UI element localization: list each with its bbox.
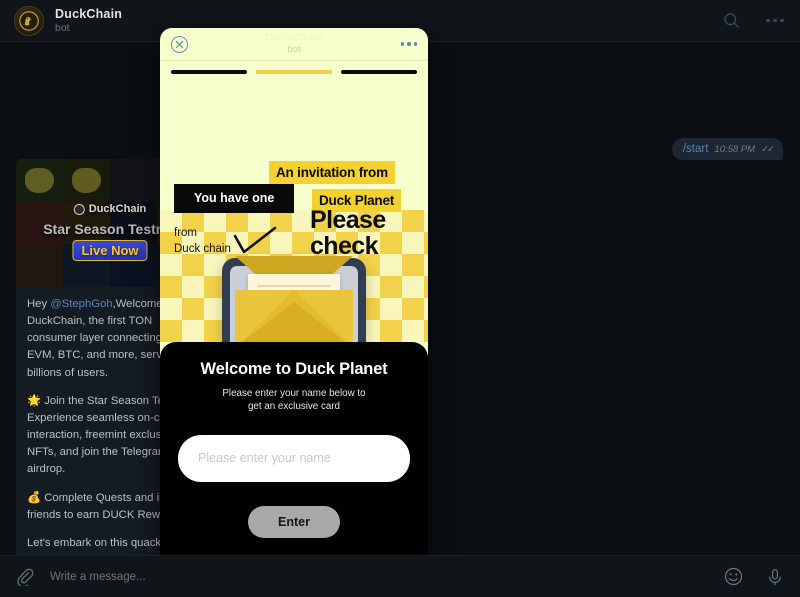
sheet-subtitle: Please enter your name below to get an e… (178, 387, 410, 414)
poster: An invitation from Duck Planet You have … (160, 80, 428, 342)
read-receipt-icon: ✓✓ (761, 144, 775, 155)
from-label-line1: from (174, 227, 197, 239)
message-text: /start (682, 143, 709, 155)
message-input[interactable]: Write a message... (50, 571, 722, 583)
poster-headline: Please check (310, 207, 418, 259)
miniapp-panel: DuckChain bot An invitation from Duck Pl… (160, 28, 428, 568)
miniapp-title-block: DuckChain bot (160, 31, 428, 56)
composer-actions (722, 566, 786, 588)
from-label: from Duck chain (174, 226, 231, 257)
enter-button[interactable]: Enter (248, 505, 340, 538)
message-timestamp: 10:58 PM (714, 144, 756, 155)
envelope-front-icon (235, 302, 353, 342)
invitation-tag-line1: An invitation from (269, 161, 395, 184)
promo-title: Star Season Testnet (43, 221, 177, 237)
progress-step-1[interactable] (171, 70, 247, 74)
message-bubble-outgoing[interactable]: /start 10:58 PM ✓✓ (671, 138, 783, 160)
progress-step-2[interactable] (256, 70, 332, 74)
poster-headline-line1: Please (310, 206, 386, 234)
miniapp-subtitle: bot (287, 44, 301, 56)
promo-brand-label: DuckChain (88, 203, 147, 215)
chat-header-actions (720, 10, 786, 32)
progress-step-3[interactable] (341, 70, 417, 74)
more-options-icon[interactable] (400, 42, 417, 46)
promo-brand-icon (73, 203, 85, 215)
sheet-title: Welcome to Duck Planet (200, 360, 388, 378)
envelope-body-icon (235, 290, 353, 342)
more-options-icon[interactable] (764, 10, 786, 32)
chat-subtitle: bot (55, 22, 70, 35)
close-icon[interactable] (171, 35, 188, 53)
envelope-illustration (235, 256, 353, 342)
chat-title-block: DuckChain bot (55, 7, 122, 34)
miniapp-title: DuckChain (265, 31, 323, 44)
paperclip-icon[interactable] (14, 566, 36, 588)
search-icon[interactable] (720, 10, 742, 32)
you-have-one-badge: You have one (174, 184, 295, 213)
message-composer: Write a message... (0, 555, 800, 597)
promo-brand: DuckChain (73, 203, 147, 215)
mention[interactable]: @StephGoh (50, 298, 112, 310)
sheet-subtitle-line1: Please enter your name below to (222, 388, 366, 399)
progress-steps (160, 61, 428, 80)
from-label-line2: Duck chain (174, 242, 231, 255)
smiley-icon[interactable] (722, 566, 744, 588)
poster-headline-line2: check (310, 232, 378, 260)
duck-avatar-icon[interactable] (14, 5, 44, 36)
sheet-subtitle-line2: get an exclusive card (247, 401, 341, 413)
microphone-icon[interactable] (764, 566, 786, 588)
name-input[interactable] (178, 434, 410, 482)
miniapp-header: DuckChain bot (160, 28, 428, 61)
promo-live-badge: Live Now (72, 240, 148, 261)
chat-title: DuckChain (55, 6, 123, 21)
outgoing-message[interactable]: /start 10:58 PM ✓✓ (671, 138, 783, 160)
checkmark-arrow-icon (232, 225, 278, 264)
welcome-bottom-sheet: Welcome to Duck Planet Please enter your… (160, 342, 428, 568)
